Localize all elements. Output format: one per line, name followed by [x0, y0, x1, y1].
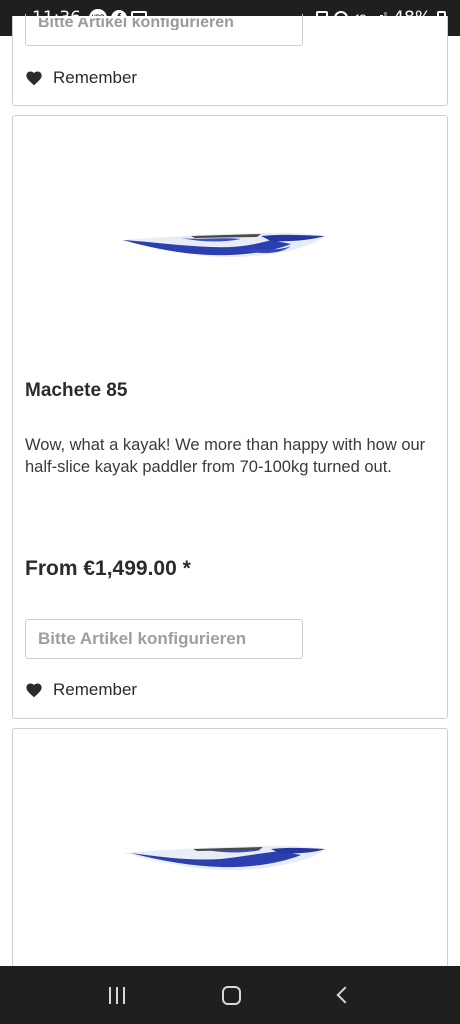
heart-icon: [26, 71, 42, 86]
product-card-machete-85: Machete 85 Wow, what a kayak! We more th…: [12, 115, 448, 719]
configure-button-label: Bitte Artikel konfigurieren: [38, 18, 234, 30]
remember-link[interactable]: Remember: [25, 68, 137, 88]
heart-icon: [26, 683, 42, 698]
product-price: From €1,499.00 *: [25, 557, 191, 580]
remember-label: Remember: [53, 68, 138, 87]
home-icon[interactable]: [222, 985, 242, 1005]
product-image[interactable]: [121, 228, 327, 262]
product-card-next: [12, 728, 448, 988]
configure-button[interactable]: Bitte Artikel konfigurieren: [25, 14, 303, 46]
remember-link[interactable]: Remember: [25, 680, 137, 700]
product-image[interactable]: [121, 841, 327, 875]
remember-label: Remember: [53, 680, 138, 699]
configure-button[interactable]: Bitte Artikel konfigurieren: [25, 619, 303, 659]
system-navigation-bar: [0, 966, 460, 1024]
product-card-previous: Bitte Artikel konfigurieren Remember: [12, 14, 448, 106]
product-title[interactable]: Machete 85: [25, 380, 127, 402]
recent-apps-icon[interactable]: [108, 986, 125, 1004]
back-icon[interactable]: [336, 986, 354, 1004]
product-description: Wow, what a kayak! We more than happy wi…: [25, 436, 426, 476]
